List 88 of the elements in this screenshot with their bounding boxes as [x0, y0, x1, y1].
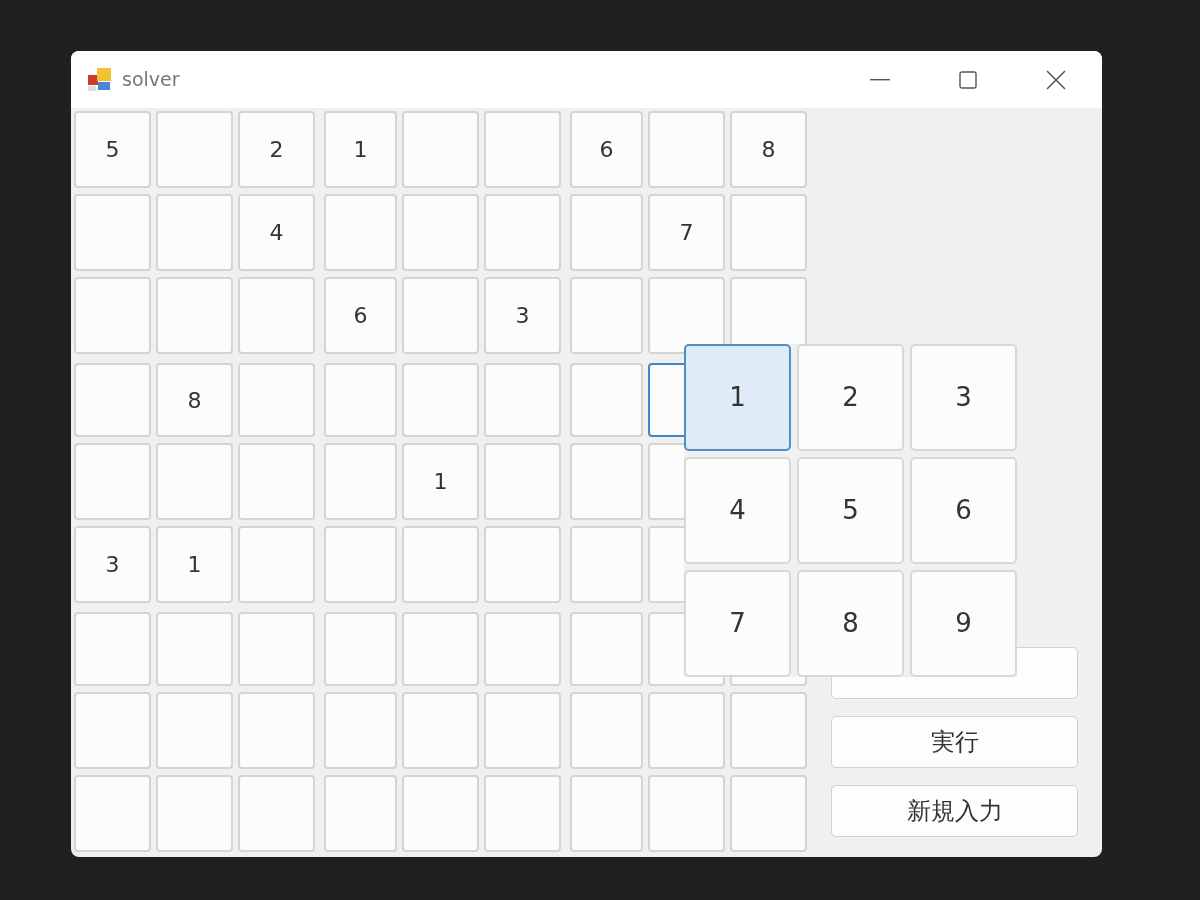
grid-cell[interactable]	[324, 692, 397, 769]
number-key[interactable]: 4	[684, 457, 791, 564]
grid-cell[interactable]	[730, 692, 807, 769]
grid-cell[interactable]	[74, 194, 151, 271]
grid-cell[interactable]	[238, 526, 315, 603]
grid-cell[interactable]: 1	[324, 111, 397, 188]
window-title: solver	[122, 67, 180, 93]
action-button[interactable]: 新規入力	[831, 785, 1078, 837]
number-key[interactable]: 2	[797, 344, 904, 451]
grid-cell[interactable]	[648, 277, 725, 354]
grid-cell[interactable]	[74, 363, 151, 437]
number-key[interactable]: 3	[910, 344, 1017, 451]
grid-cell[interactable]: 1	[402, 443, 479, 520]
grid-cell[interactable]	[238, 612, 315, 686]
grid-cell[interactable]	[570, 194, 643, 271]
grid-cell[interactable]: 4	[238, 194, 315, 271]
grid-cell[interactable]	[156, 194, 233, 271]
grid-cell[interactable]	[402, 526, 479, 603]
grid-cell[interactable]	[402, 277, 479, 354]
grid-cell[interactable]: 3	[484, 277, 561, 354]
maximize-icon	[959, 70, 977, 89]
grid-cell[interactable]	[156, 612, 233, 686]
grid-cell[interactable]	[74, 775, 151, 852]
grid-cell[interactable]: 8	[730, 111, 807, 188]
grid-cell[interactable]	[402, 194, 479, 271]
grid-cell[interactable]	[570, 612, 643, 686]
close-icon	[1046, 69, 1066, 90]
grid-cell[interactable]	[570, 363, 643, 437]
grid-cell[interactable]	[730, 194, 807, 271]
number-key[interactable]: 8	[797, 570, 904, 677]
grid-cell[interactable]: 5	[74, 111, 151, 188]
grid-cell[interactable]	[484, 363, 561, 437]
number-key[interactable]: 9	[910, 570, 1017, 677]
grid-cell[interactable]	[484, 612, 561, 686]
grid-cell[interactable]	[238, 277, 315, 354]
minimize-icon	[870, 78, 890, 81]
grid-cell[interactable]	[570, 443, 643, 520]
grid-cell[interactable]	[238, 775, 315, 852]
grid-cell[interactable]: 7	[648, 194, 725, 271]
grid-cell[interactable]	[484, 111, 561, 188]
grid-cell[interactable]	[648, 775, 725, 852]
app-icon	[87, 66, 113, 93]
grid-cell[interactable]	[648, 692, 725, 769]
grid-cell[interactable]	[74, 612, 151, 686]
grid-cell[interactable]	[156, 775, 233, 852]
grid-cell[interactable]	[484, 692, 561, 769]
grid-cell[interactable]	[238, 363, 315, 437]
grid-cell[interactable]: 8	[156, 363, 233, 437]
grid-cell[interactable]: 1	[156, 526, 233, 603]
grid-cell[interactable]: 3	[74, 526, 151, 603]
grid-cell[interactable]	[648, 111, 725, 188]
grid-cell[interactable]	[730, 775, 807, 852]
grid-cell[interactable]	[324, 443, 397, 520]
grid-cell[interactable]	[238, 692, 315, 769]
grid-cell[interactable]	[570, 277, 643, 354]
number-key[interactable]: 6	[910, 457, 1017, 564]
grid-cell[interactable]	[402, 775, 479, 852]
grid-cell[interactable]	[484, 443, 561, 520]
number-key[interactable]: 7	[684, 570, 791, 677]
grid-cell[interactable]	[156, 692, 233, 769]
grid-cell[interactable]	[156, 111, 233, 188]
grid-cell[interactable]	[402, 692, 479, 769]
grid-cell[interactable]	[324, 612, 397, 686]
grid-cell[interactable]	[570, 775, 643, 852]
grid-cell[interactable]	[324, 363, 397, 437]
grid-cell[interactable]	[156, 443, 233, 520]
grid-cell[interactable]	[402, 363, 479, 437]
grid-cell[interactable]	[484, 194, 561, 271]
grid-cell[interactable]: 6	[324, 277, 397, 354]
grid-cell[interactable]	[402, 111, 479, 188]
grid-cell[interactable]: 6	[570, 111, 643, 188]
grid-cell[interactable]	[324, 194, 397, 271]
number-key[interactable]: 5	[797, 457, 904, 564]
grid-cell[interactable]	[324, 775, 397, 852]
grid-cell[interactable]	[74, 443, 151, 520]
grid-cell[interactable]	[238, 443, 315, 520]
grid-cell[interactable]	[484, 526, 561, 603]
action-button[interactable]: 実行	[831, 716, 1078, 768]
number-key[interactable]: 1	[684, 344, 791, 451]
grid-cell[interactable]	[74, 277, 151, 354]
grid-cell[interactable]	[74, 692, 151, 769]
grid-cell[interactable]	[156, 277, 233, 354]
grid-cell[interactable]	[570, 526, 643, 603]
grid-cell[interactable]: 2	[238, 111, 315, 188]
grid-cell[interactable]	[324, 526, 397, 603]
grid-cell[interactable]	[402, 612, 479, 686]
grid-cell[interactable]	[484, 775, 561, 852]
grid-cell[interactable]	[570, 692, 643, 769]
